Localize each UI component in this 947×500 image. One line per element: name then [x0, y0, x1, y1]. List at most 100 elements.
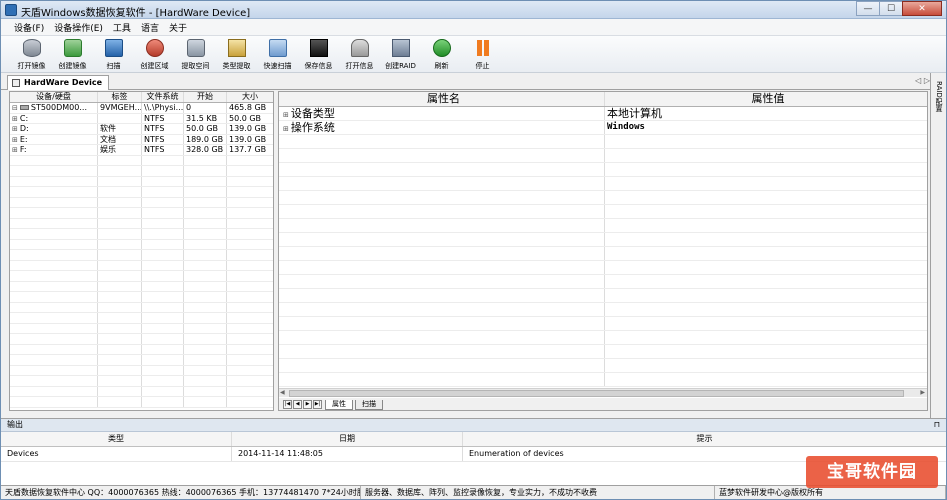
- menu-language[interactable]: 语言: [136, 21, 164, 34]
- raid-config-side-panel[interactable]: RAID配置: [930, 73, 946, 418]
- expand-icon[interactable]: ⊞: [283, 111, 289, 119]
- device-row[interactable]: ⊟ ST500DM00... 9VMGEH... \\.\Physi... 0 465.8…: [10, 103, 273, 114]
- device-start-cell: 189.0 GB: [184, 134, 227, 144]
- type-extract-button[interactable]: 类型提取: [216, 36, 257, 72]
- pin-icon[interactable]: ⊓: [934, 419, 940, 431]
- toolbar: 打开镜像 创建镜像 扫描 创建区域 提取空间 类型提取 快速扫描 保存信息 打开…: [1, 36, 946, 73]
- device-size-cell: 139.0 GB: [227, 135, 273, 145]
- property-row[interactable]: ⊞ 操作系统 Windows: [279, 121, 927, 135]
- device-label-cell: 软件: [98, 124, 142, 134]
- property-row[interactable]: ⊞ 设备类型 本地计算机: [279, 107, 927, 121]
- stop-button[interactable]: 停止: [462, 36, 503, 72]
- column-header-property-name[interactable]: 属性名: [279, 92, 605, 106]
- menu-device-operation[interactable]: 设备操作(E): [49, 21, 108, 34]
- app-window: 天盾Windows数据恢复软件 - [HardWare Device] — ☐ …: [0, 0, 947, 500]
- quick-scan-icon: [268, 39, 287, 57]
- expand-icon[interactable]: ⊞: [12, 146, 18, 154]
- column-header-size[interactable]: 大小: [227, 92, 273, 102]
- first-tab-icon[interactable]: |◀: [283, 400, 292, 409]
- minimize-button[interactable]: —: [856, 1, 880, 16]
- empty-row: [10, 208, 273, 219]
- device-start-cell: 0: [184, 103, 227, 113]
- open-info-button[interactable]: 打开信息: [339, 36, 380, 72]
- create-raid-button[interactable]: 创建RAID: [380, 36, 421, 72]
- status-copyright: 蓝梦软件研发中心@版权所有: [715, 486, 946, 499]
- tab-hardware-device[interactable]: HardWare Device: [7, 75, 110, 90]
- save-icon: [309, 39, 328, 57]
- output-row[interactable]: Devices 2014-11-14 11:48:05 Enumeration …: [1, 447, 946, 462]
- empty-row: [10, 218, 273, 229]
- hard-disk-icon: [19, 105, 29, 110]
- device-row[interactable]: ⊞ C: NTFS 31.5 KB 50.0 GB: [10, 113, 273, 124]
- device-size-cell: 137.7 GB: [227, 145, 273, 155]
- device-filesystem-cell: NTFS: [142, 113, 184, 123]
- menu-device[interactable]: 设备(F): [9, 21, 49, 34]
- maximize-button[interactable]: ☐: [879, 1, 903, 16]
- device-table-header: 设备/硬盘 标签 文件系统 开始 大小: [10, 92, 273, 103]
- scrollbar-thumb[interactable]: [289, 390, 904, 397]
- menu-about[interactable]: 关于: [164, 21, 192, 34]
- extract-space-button[interactable]: 提取空间: [175, 36, 216, 72]
- quick-scan-button[interactable]: 快速扫描: [257, 36, 298, 72]
- refresh-button[interactable]: 刷新: [421, 36, 462, 72]
- collapse-icon[interactable]: ⊟: [12, 104, 18, 112]
- empty-row: [279, 345, 927, 359]
- prev-tab-icon[interactable]: ◀: [293, 400, 302, 409]
- empty-row: [279, 303, 927, 317]
- column-header-type[interactable]: 类型: [1, 432, 232, 446]
- empty-row: [10, 271, 273, 282]
- expand-icon[interactable]: ⊞: [283, 125, 289, 133]
- tab-scan[interactable]: 扫描: [355, 399, 383, 410]
- empty-row: [10, 313, 273, 324]
- empty-row: [10, 187, 273, 198]
- scroll-left-icon[interactable]: ◀: [280, 389, 285, 396]
- tab-scroll-arrows[interactable]: ◁ ▷: [915, 76, 930, 85]
- device-label-cell: 文档: [98, 134, 142, 144]
- device-label-cell: 9VMGEH...: [100, 103, 142, 113]
- column-header-property-value[interactable]: 属性值: [605, 92, 927, 106]
- device-row[interactable]: ⊞ D: 软件 NTFS 50.0 GB 139.0 GB: [10, 124, 273, 135]
- horizontal-scrollbar[interactable]: ◀ ▶: [279, 388, 927, 397]
- close-button[interactable]: ✕: [902, 1, 942, 16]
- create-image-button[interactable]: 创建镜像: [52, 36, 93, 72]
- create-region-button[interactable]: 创建区域: [134, 36, 175, 72]
- last-tab-icon[interactable]: ▶|: [313, 400, 322, 409]
- refresh-icon: [432, 39, 451, 57]
- device-name-cell: ⊞ F:: [10, 145, 98, 155]
- expand-icon[interactable]: ⊞: [12, 136, 18, 144]
- empty-row: [279, 247, 927, 261]
- output-type-cell: Devices: [1, 447, 232, 461]
- expand-icon[interactable]: ⊞: [12, 125, 18, 133]
- next-tab-icon[interactable]: ▶: [303, 400, 312, 409]
- tab-properties[interactable]: 属性: [325, 399, 353, 410]
- device-filesystem-cell: NTFS: [142, 124, 184, 134]
- column-header-device[interactable]: 设备/硬盘: [10, 92, 98, 102]
- save-info-button[interactable]: 保存信息: [298, 36, 339, 72]
- device-row[interactable]: ⊞ F: 娱乐 NTFS 328.0 GB 137.7 GB: [10, 145, 273, 156]
- title-bar[interactable]: 天盾Windows数据恢复软件 - [HardWare Device] — ☐ …: [1, 1, 946, 19]
- output-date-cell: 2014-11-14 11:48:05: [232, 447, 463, 461]
- device-row[interactable]: ⊞ E: 文档 NTFS 189.0 GB 139.0 GB: [10, 134, 273, 145]
- empty-row: [279, 275, 927, 289]
- column-header-start[interactable]: 开始: [184, 92, 227, 102]
- menu-bar: 设备(F) 设备操作(E) 工具 语言 关于: [1, 19, 946, 36]
- device-list-pane: 设备/硬盘 标签 文件系统 开始 大小 ⊟ ST500DM00... 9VMGEH.…: [9, 91, 274, 411]
- scan-button[interactable]: 扫描: [93, 36, 134, 72]
- device-name-cell: ⊞ C:: [10, 113, 98, 123]
- column-header-hint[interactable]: 提示: [463, 432, 946, 446]
- empty-row: [279, 359, 927, 373]
- menu-tools[interactable]: 工具: [108, 21, 136, 34]
- empty-row: [10, 176, 273, 187]
- column-header-label[interactable]: 标签: [98, 92, 142, 102]
- empty-row: [279, 163, 927, 177]
- scroll-right-icon[interactable]: ▶: [920, 389, 925, 396]
- expand-icon[interactable]: ⊞: [12, 115, 18, 123]
- device-start-cell: 328.0 GB: [184, 145, 227, 155]
- empty-row: [10, 292, 273, 303]
- empty-row: [279, 373, 927, 387]
- open-image-button[interactable]: 打开镜像: [11, 36, 52, 72]
- property-table: 属性名 属性值 ⊞ 设备类型 本地计算机 ⊞ 操作系统 Windows: [279, 92, 927, 387]
- column-header-date[interactable]: 日期: [232, 432, 463, 446]
- column-header-filesystem[interactable]: 文件系统: [142, 92, 184, 102]
- open-info-icon: [350, 39, 369, 57]
